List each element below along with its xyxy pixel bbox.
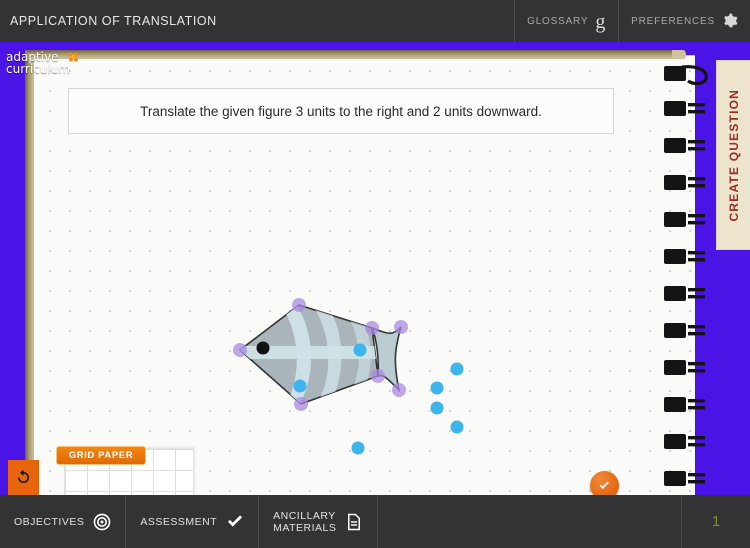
preferences-label: PREFERENCES (631, 15, 715, 27)
submit-check-button[interactable] (590, 471, 619, 495)
preferences-button[interactable]: PREFERENCES (618, 0, 750, 42)
check-icon (228, 514, 243, 527)
assessment-button[interactable]: ASSESSMENT (126, 495, 260, 548)
grid-paper-tab[interactable]: GRID PAPER (56, 446, 146, 465)
bottom-bar-spacer (378, 495, 682, 548)
glossary-label: GLOSSARY (527, 15, 589, 27)
objectives-button[interactable]: OBJECTIVES (0, 495, 127, 548)
spiral-rings (664, 65, 708, 486)
reset-refresh-icon (17, 469, 30, 484)
top-bar: APPLICATION OF TRANSLATION GLOSSARY g PR… (0, 0, 750, 42)
assessment-label: ASSESSMENT (140, 515, 218, 528)
frame-left-bar (25, 55, 34, 495)
document-icon (348, 513, 361, 530)
create-question-tab[interactable]: CREATE QUESTION (716, 60, 750, 250)
glossary-button[interactable]: GLOSSARY g (514, 0, 618, 42)
brand-logo: adaptive curriculum (6, 48, 84, 78)
target-icon (94, 513, 111, 530)
activity-stage: Translate the given figure 3 units to th… (0, 42, 750, 495)
check-icon (599, 481, 609, 489)
bottom-bar: OBJECTIVES ASSESSMENT ANCILLARY MATERIAL… (0, 495, 750, 548)
figure-layer[interactable] (33, 56, 695, 495)
brand-logo-line2: curriculum (6, 62, 71, 76)
fish-eye (256, 341, 270, 355)
frame-top-bar (25, 50, 685, 59)
create-question-label: CREATE QUESTION (726, 88, 741, 222)
reset-button[interactable] (8, 460, 39, 495)
ancillary-materials-label: ANCILLARY MATERIALS (273, 510, 336, 534)
gear-icon (724, 13, 738, 28)
grid-paper-tab-label: GRID PAPER (68, 450, 134, 461)
spiral-binding (660, 42, 715, 495)
ancillary-materials-button[interactable]: ANCILLARY MATERIALS (259, 495, 379, 548)
page-title: APPLICATION OF TRANSLATION (10, 14, 217, 28)
objectives-label: OBJECTIVES (14, 515, 85, 528)
dot-grid-canvas[interactable]: Translate the given figure 3 units to th… (33, 55, 695, 495)
ancillary-materials-label-line2: MATERIALS (273, 521, 337, 534)
glossary-g-icon: g (595, 11, 607, 33)
page-number: 1 (711, 513, 721, 530)
app-root: APPLICATION OF TRANSLATION GLOSSARY g PR… (0, 0, 750, 548)
flower-icon (68, 52, 79, 62)
ancillary-materials-label-line1: ANCILLARY (273, 509, 336, 522)
